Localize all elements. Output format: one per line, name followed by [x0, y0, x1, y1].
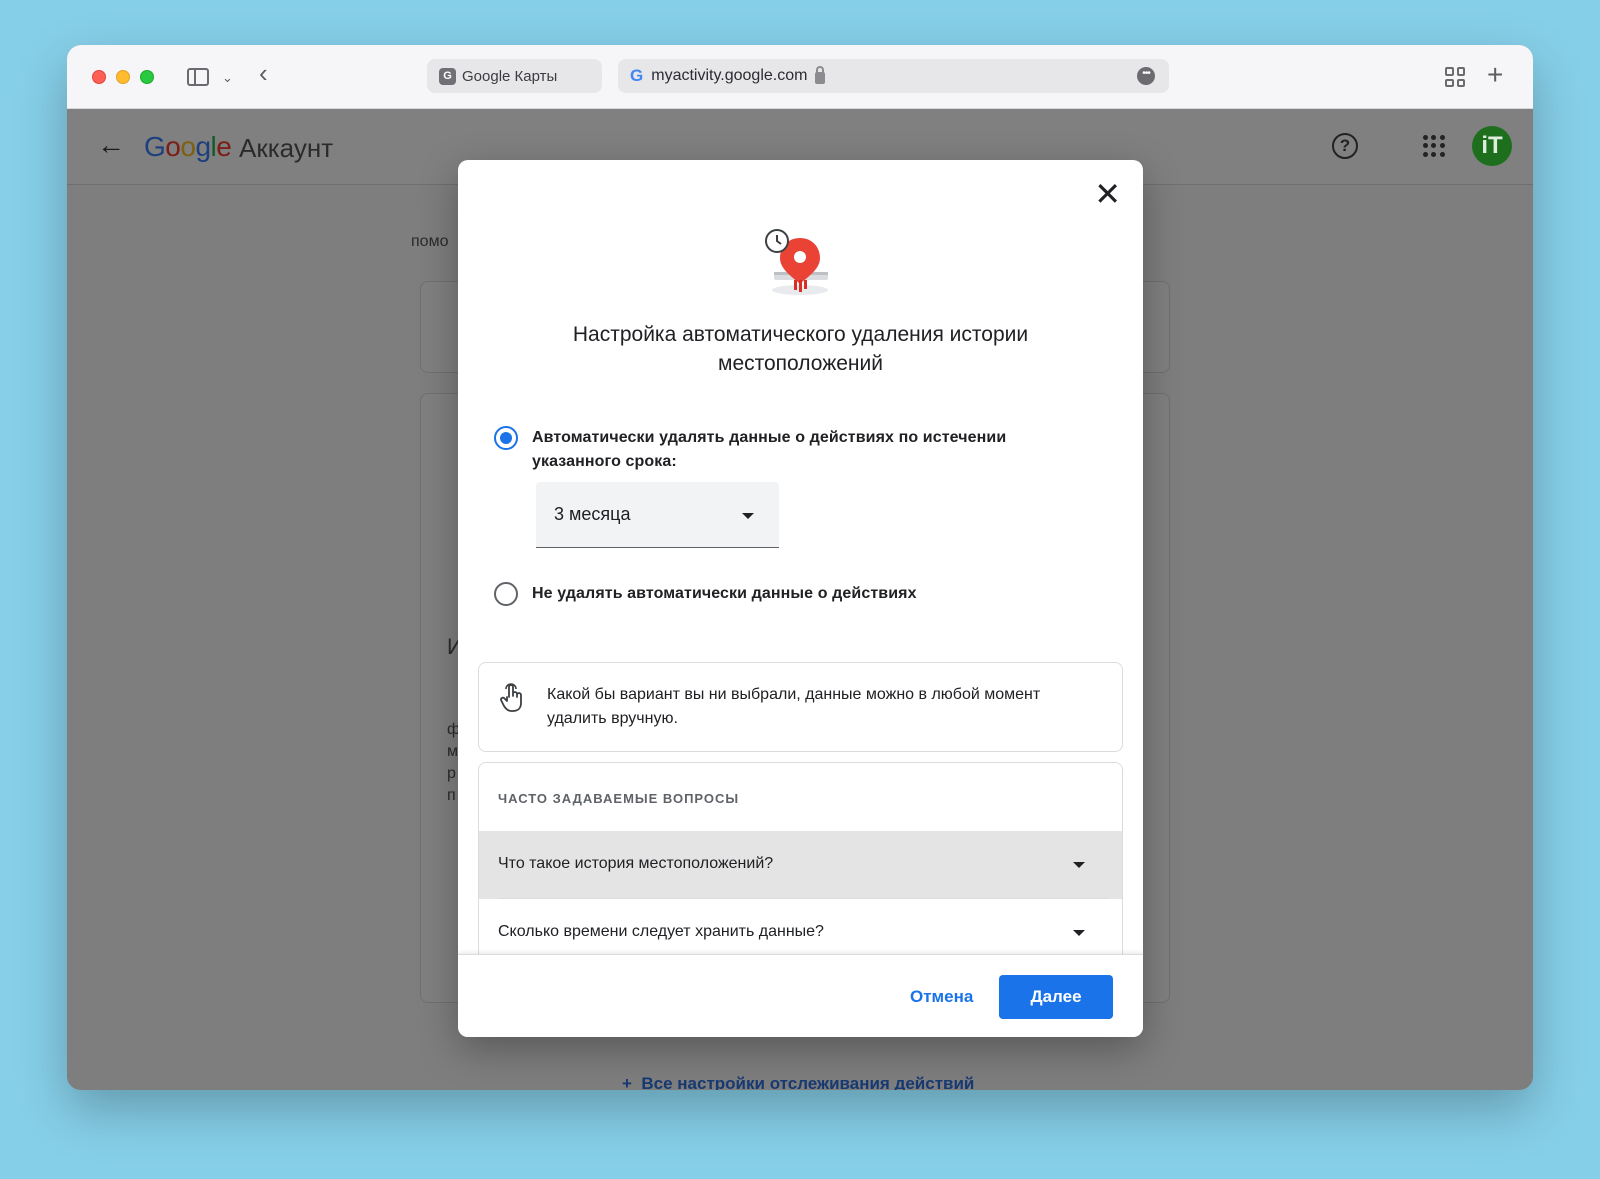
avatar[interactable]: iT [1472, 126, 1512, 166]
all-activity-settings-link[interactable]: + Все настройки отслеживания действий [622, 1074, 974, 1090]
faq-item[interactable]: Что такое история местоположений? [479, 831, 1122, 899]
google-favicon-icon: G [630, 66, 644, 85]
maps-favicon-icon: G [439, 67, 456, 85]
manual-delete-info: Какой бы вариант вы ни выбрали, данные м… [478, 662, 1123, 752]
tab-google-maps[interactable]: G Google Карты [427, 59, 602, 93]
faq-question: Что такое история местоположений? [498, 855, 774, 872]
period-select[interactable]: 3 месяца [536, 482, 779, 548]
background-text-fragment: помо [411, 233, 449, 250]
faq-section: ЧАСТО ЗАДАВАЕМЫЕ ВОПРОСЫ Что такое истор… [478, 762, 1123, 962]
lock-icon [815, 65, 826, 84]
dropdown-arrow-icon [742, 513, 754, 519]
radio-auto-delete[interactable] [494, 426, 518, 450]
sidebar-toggle-icon[interactable] [187, 68, 209, 86]
expand-arrow-icon [1073, 930, 1085, 936]
auto-delete-dialog: ✕ Настройка автоматического удаления ист… [458, 160, 1143, 1037]
cancel-button[interactable]: Отмена [898, 975, 985, 1019]
close-icon[interactable]: ✕ [1094, 178, 1121, 210]
address-bar[interactable]: G myactivity.google.com ••• [618, 59, 1169, 93]
period-select-value: 3 месяца [554, 504, 631, 524]
expand-arrow-icon [1073, 862, 1085, 868]
address-url: myactivity.google.com [651, 67, 808, 84]
google-logo[interactable]: Google [144, 131, 232, 163]
option-no-auto-delete[interactable]: Не удалять автоматически данные о действ… [494, 582, 917, 606]
help-icon[interactable]: ? [1332, 133, 1358, 159]
minimize-window-button[interactable] [116, 70, 130, 84]
back-arrow-icon[interactable]: ← [97, 129, 125, 161]
more-options-icon[interactable]: ••• [1137, 67, 1155, 85]
option-no-auto-delete-label: Не удалять автоматически данные о действ… [532, 585, 917, 602]
faq-heading: ЧАСТО ЗАДАВАЕМЫЕ ВОПРОСЫ [498, 791, 740, 806]
dialog-footer: Отмена Далее [458, 954, 1143, 1037]
hand-pointer-icon [500, 683, 522, 712]
next-button[interactable]: Далее [999, 975, 1113, 1019]
browser-toolbar: ⌄ ‹ G Google Карты G myactivity.google.c… [67, 45, 1533, 109]
tab-label: Google Карты [462, 67, 558, 85]
tab-overview-icon[interactable] [1445, 67, 1465, 87]
chevron-down-icon[interactable]: ⌄ [222, 64, 233, 92]
close-window-button[interactable] [92, 70, 106, 84]
zoom-window-button[interactable] [140, 70, 154, 84]
back-icon[interactable]: ‹ [259, 59, 268, 87]
location-history-illustration-icon [765, 229, 828, 295]
radio-no-auto-delete[interactable] [494, 582, 518, 606]
product-label: Аккаунт [239, 133, 334, 163]
option-auto-delete-label: Автоматически удалять данные о действиях… [532, 429, 1007, 470]
plus-icon: + [622, 1074, 642, 1090]
new-tab-icon[interactable]: + [1487, 59, 1503, 91]
apps-grid-icon[interactable] [1423, 135, 1445, 157]
dialog-title: Настройка автоматического удаления истор… [572, 323, 1029, 375]
option-auto-delete[interactable]: Автоматически удалять данные о действиях… [494, 426, 1052, 474]
info-text: Какой бы вариант вы ни выбрали, данные м… [547, 686, 1041, 727]
faq-question: Сколько времени следует хранить данные? [498, 923, 824, 940]
